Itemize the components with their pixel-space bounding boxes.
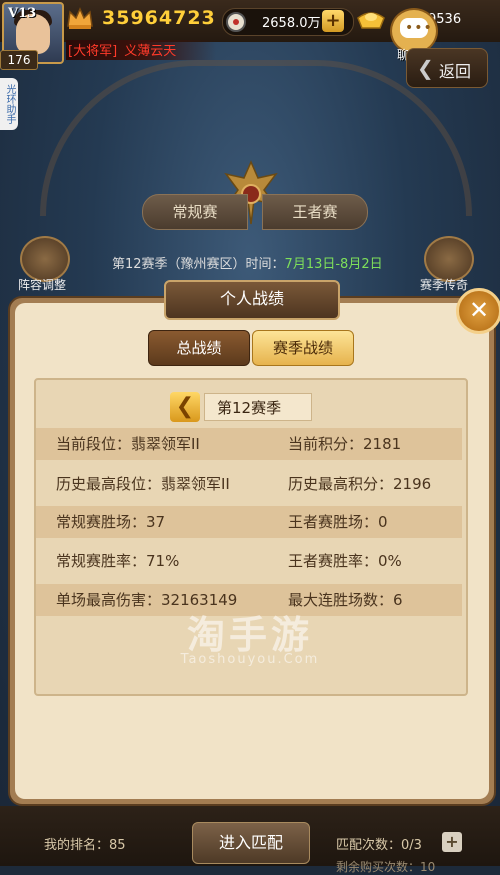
regular-wins: 常规赛胜场：37: [56, 513, 166, 531]
king-win-rate: 王者赛胜率：0%: [288, 552, 402, 570]
watermark-url: Taoshouyou.Com: [180, 652, 320, 667]
chat-icon: •••: [405, 20, 433, 36]
current-score: 当前积分：2181: [288, 435, 402, 453]
highest-score: 历史最高积分：2196: [288, 475, 432, 493]
my-rank: 我的排名：85: [44, 838, 126, 853]
player-name: 义薄云天: [124, 44, 177, 59]
add-match-button[interactable]: +: [442, 832, 462, 852]
money-amount: 2658.0万: [262, 16, 321, 31]
back-label: 返回: [439, 62, 472, 81]
chevron-left-icon: ❮: [417, 56, 434, 80]
purchase-count: 剩余购买次数：10: [336, 860, 436, 874]
dialog-title: 个人战绩: [164, 280, 340, 320]
vip-level: V13: [8, 6, 37, 21]
enter-match-button[interactable]: 进入匹配: [192, 822, 310, 864]
current-tier: 当前段位：翡翠领军II: [56, 435, 200, 453]
regular-win-rate: 常规赛胜率：71%: [56, 552, 180, 570]
player-level: 176: [0, 50, 38, 70]
king-wins: 王者赛胜场：0: [288, 513, 388, 531]
watermark-logo: 淘手游: [186, 613, 313, 657]
rank-title: [大将军]: [68, 44, 118, 59]
tab-season-record[interactable]: 赛季战绩: [252, 330, 354, 366]
legend-label: 赛季传奇: [420, 278, 469, 292]
stats-row: 当前段位：翡翠领军II 当前积分：2181: [36, 428, 462, 460]
close-icon: ✕: [468, 296, 490, 324]
gold-amount: 35964723: [102, 7, 216, 29]
match-count: 匹配次数：0/3: [336, 838, 422, 853]
crown-icon: [67, 7, 93, 29]
season-dates: 7月13日-8月2日: [284, 257, 383, 272]
rank-title-bar: [大将军] 义薄云天: [66, 40, 216, 60]
season-selector: 第12赛季: [204, 393, 312, 421]
add-money-button[interactable]: +: [322, 10, 344, 32]
stats-row: 常规赛胜率：71% 王者赛胜率：0%: [36, 545, 462, 577]
back-button[interactable]: ❮ 返回: [406, 48, 488, 88]
helper-tab[interactable]: 光环助手: [0, 78, 18, 130]
regular-mode-tab[interactable]: 常规赛: [142, 194, 248, 230]
highest-tier: 历史最高段位：翡翠领军II: [56, 475, 230, 493]
ingot-icon: [357, 12, 385, 29]
stats-row: 常规赛胜场：37 王者赛胜场：0: [36, 506, 462, 538]
stats-row: 历史最高段位：翡翠领军II 历史最高积分：2196: [36, 468, 462, 500]
season-info: 第12赛季（豫州赛区）时间：7月13日-8月2日: [112, 253, 383, 272]
season-prefix: 第12赛季（豫州赛区）时间：: [112, 257, 285, 272]
lineup-label: 阵容调整: [18, 278, 67, 292]
tab-total-record[interactable]: 总战绩: [148, 330, 250, 366]
previous-season-button[interactable]: ❮: [170, 392, 200, 422]
close-button[interactable]: ✕: [456, 288, 500, 334]
chevron-left-icon: ❮: [175, 394, 195, 419]
timer-icon: [226, 12, 246, 32]
king-mode-tab[interactable]: 王者赛: [262, 194, 368, 230]
